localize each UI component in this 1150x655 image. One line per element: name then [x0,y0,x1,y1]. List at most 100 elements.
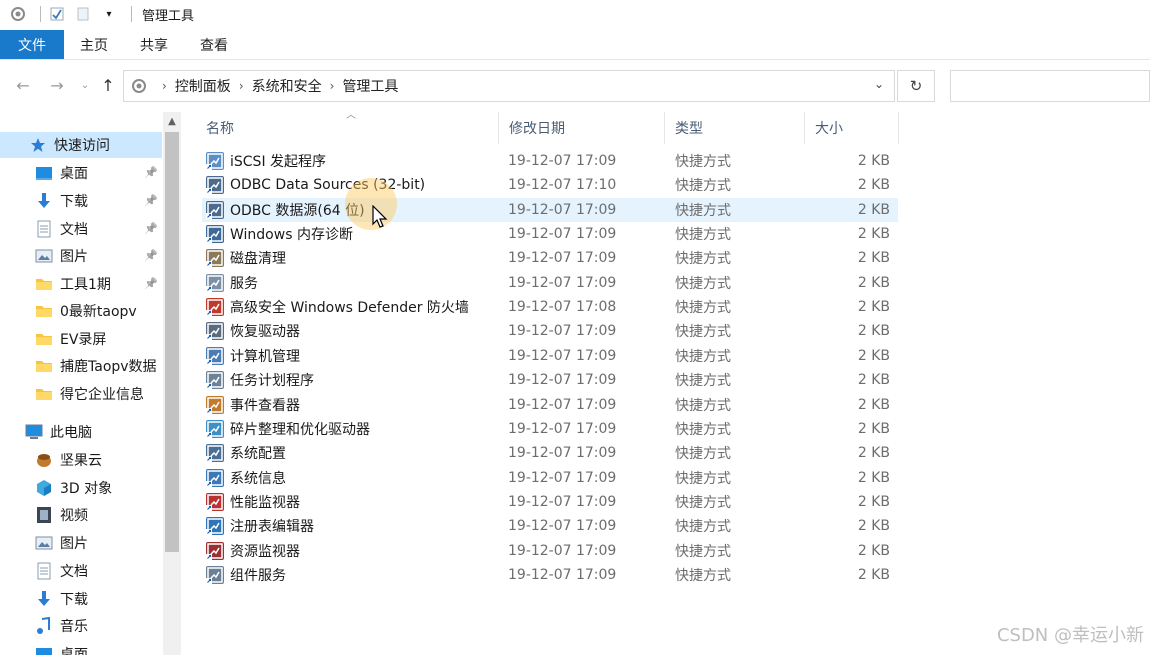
properties-icon[interactable] [47,4,67,24]
file-date: 19-12-07 17:09 [508,372,617,389]
document-icon [34,562,54,580]
performance-monitor-icon [206,492,224,511]
registry-editor-icon [206,517,224,536]
file-date: 19-12-07 17:09 [508,445,617,462]
nav-item[interactable]: 图片 📌 [0,243,162,269]
pin-icon[interactable]: 📌 [144,194,158,207]
file-row[interactable]: 性能监视器 19-12-07 17:09 快捷方式 2 KB [202,490,898,514]
back-arrow-icon[interactable]: ← [12,74,34,96]
file-row[interactable]: ODBC 数据源(64 位) 19-12-07 17:09 快捷方式 2 KB [202,197,898,222]
file-name: 性能监视器 [230,494,300,511]
file-row[interactable]: iSCSI 发起程序 19-12-07 17:09 快捷方式 2 KB [202,149,898,173]
nav-scrollbar[interactable]: ▲ [163,112,181,655]
nav-item[interactable]: 快速访问 [0,132,162,158]
nav-item-label: 工具1期 [60,277,111,293]
file-name: 服务 [230,275,258,292]
tab-view[interactable]: 查看 [184,30,244,59]
file-name-cell: 注册表编辑器 [206,516,314,536]
pin-icon[interactable]: 📌 [144,222,158,235]
nav-item[interactable]: 此电脑 [0,419,162,445]
iscsi-icon [206,152,224,170]
column-header-size[interactable]: 大小 [805,112,899,144]
pin-icon[interactable]: 📌 [144,277,158,290]
file-row[interactable]: 计算机管理 19-12-07 17:09 快捷方式 2 KB [202,344,898,368]
nav-item[interactable]: 图片 [0,530,162,556]
column-header-type[interactable]: 类型 [665,112,805,144]
chevron-right-icon[interactable]: › [162,79,167,93]
file-row[interactable]: 任务计划程序 19-12-07 17:09 快捷方式 2 KB [202,368,898,392]
file-row[interactable]: 磁盘清理 19-12-07 17:09 快捷方式 2 KB [202,246,898,270]
address-bar[interactable]: › 控制面板 › 系统和安全 › 管理工具 ⌄ [123,70,895,102]
up-arrow-icon[interactable]: ↑ [97,74,119,96]
nav-item[interactable]: 视频 [0,502,162,528]
file-row[interactable]: 恢复驱动器 19-12-07 17:09 快捷方式 2 KB [202,319,898,343]
file-row[interactable]: ODBC Data Sources (32-bit) 19-12-07 17:10… [202,173,898,197]
recent-locations-chevron-icon[interactable]: ⌄ [74,74,96,96]
nav-item[interactable]: 工具1期 📌 [0,271,162,297]
breadcrumb-admin-tools[interactable]: 管理工具 [342,76,398,96]
file-name: 碎片整理和优化驱动器 [230,421,370,438]
file-row[interactable]: 碎片整理和优化驱动器 19-12-07 17:09 快捷方式 2 KB [202,417,898,441]
nav-item[interactable]: 0最新taopv [0,298,162,324]
file-date: 19-12-07 17:09 [508,250,617,267]
file-row[interactable]: 事件查看器 19-12-07 17:09 快捷方式 2 KB [202,393,898,417]
chevron-down-icon[interactable]: ⌄ [874,77,884,91]
gear-folder-icon[interactable] [8,4,28,24]
nav-item[interactable]: 桌面 [0,641,162,655]
nav-item[interactable]: 下载 📌 [0,188,162,214]
pin-icon[interactable]: 📌 [144,249,158,262]
tab-home[interactable]: 主页 [64,30,124,59]
file-name-cell: Windows 内存诊断 [206,224,353,244]
nav-item-label: 图片 [60,536,88,552]
file-row[interactable]: 服务 19-12-07 17:09 快捷方式 2 KB [202,271,898,295]
nav-item-label: 图片 [60,249,88,265]
tab-file[interactable]: 文件 [0,30,64,59]
nav-item[interactable]: 文档 📌 [0,216,162,242]
nav-item[interactable]: 得它企业信息 [0,381,162,407]
task-scheduler-icon [206,371,224,390]
file-row[interactable]: 高级安全 Windows Defender 防火墙 19-12-07 17:08 快… [202,295,898,319]
video-icon [34,506,54,524]
file-size: 2 KB [857,566,890,583]
breadcrumb-control-panel[interactable]: 控制面板 [175,76,231,96]
nav-item[interactable]: 坚果云 [0,447,162,473]
nav-item[interactable]: 音乐 [0,613,162,639]
nav-item[interactable]: EV录屏 [0,326,162,352]
scroll-up-icon[interactable]: ▲ [163,112,181,130]
search-input[interactable] [950,70,1150,102]
nav-item[interactable]: 桌面 📌 [0,160,162,186]
tab-share[interactable]: 共享 [124,30,184,59]
file-row[interactable]: Windows 内存诊断 19-12-07 17:09 快捷方式 2 KB [202,222,898,246]
file-row[interactable]: 组件服务 19-12-07 17:09 快捷方式 2 KB [202,563,898,587]
nav-item[interactable]: 捕鹿Taopv数据 [0,353,162,379]
file-row[interactable]: 系统信息 19-12-07 17:09 快捷方式 2 KB [202,466,898,490]
file-row[interactable]: 注册表编辑器 19-12-07 17:09 快捷方式 2 KB [202,514,898,538]
file-size: 2 KB [857,493,890,510]
nav-item[interactable]: 下载 [0,586,162,612]
breadcrumb-system-security[interactable]: 系统和安全 [252,76,322,96]
file-name-cell: 任务计划程序 [206,370,314,390]
file-row[interactable]: 资源监视器 19-12-07 17:09 快捷方式 2 KB [202,539,898,563]
file-name: Windows 内存诊断 [230,227,353,244]
nav-item[interactable]: 文档 [0,558,162,584]
nav-item[interactable]: 3D 对象 [0,475,162,501]
chevron-right-icon[interactable]: › [239,79,244,93]
new-folder-icon[interactable] [73,4,93,24]
column-header-date[interactable]: 修改日期 [499,112,665,144]
file-size: 2 KB [857,420,890,437]
file-name: 磁盘清理 [230,251,286,268]
scroll-thumb[interactable] [165,132,179,552]
customize-toolbar-icon[interactable]: ▾ [99,4,119,24]
column-header-name[interactable]: 名称 ︿ [196,110,499,144]
chevron-right-icon[interactable]: › [330,79,335,93]
file-row[interactable]: 系统配置 19-12-07 17:09 快捷方式 2 KB [202,441,898,465]
component-services-icon [206,565,224,584]
nav-item-label: 3D 对象 [60,481,113,497]
refresh-button[interactable]: ↻ [897,70,935,102]
nav-item-label: 快速访问 [54,138,110,154]
folder-icon [34,275,54,293]
pin-icon[interactable]: 📌 [144,166,158,179]
forward-arrow-icon[interactable]: → [46,74,68,96]
folder-icon [34,385,54,403]
file-date: 19-12-07 17:10 [508,177,617,194]
